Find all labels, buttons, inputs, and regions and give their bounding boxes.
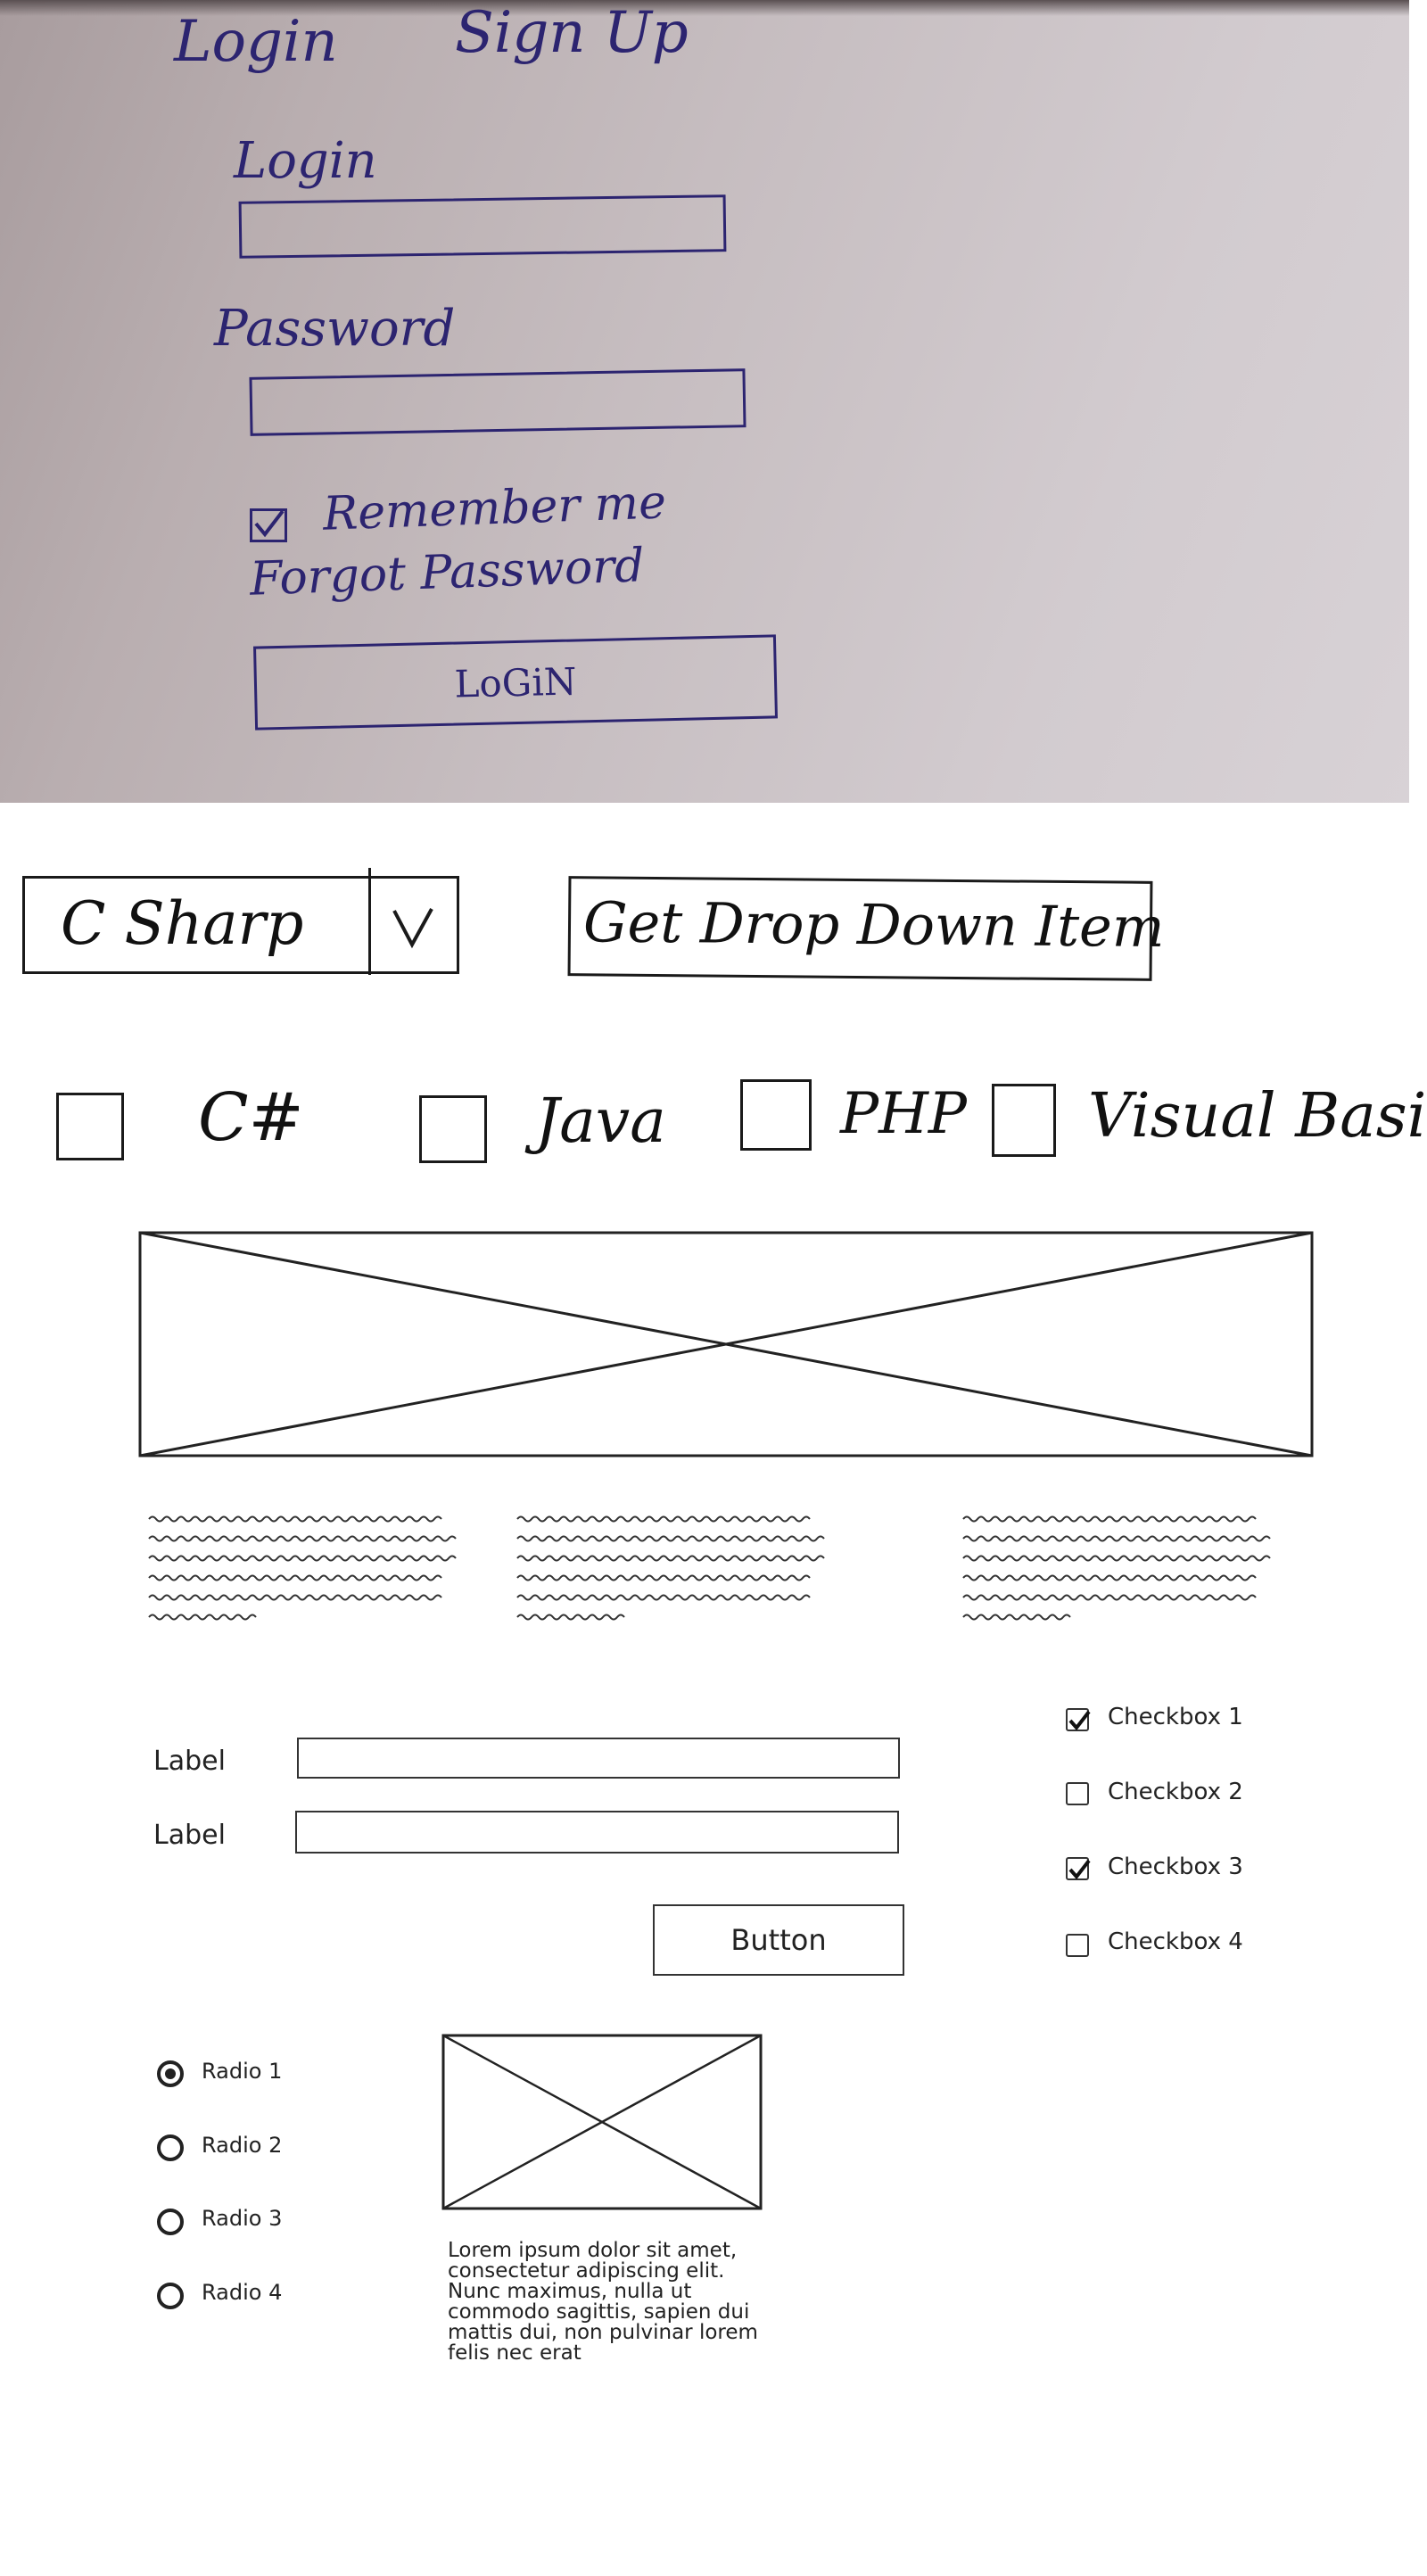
language-label-php: PHP: [840, 1081, 967, 1147]
language-combo-box[interactable]: C Sharp: [22, 868, 459, 975]
radio-2-label: Radio 2: [202, 2133, 283, 2158]
radio-1-label: Radio 1: [202, 2059, 283, 2084]
language-label-visual-basic: Visual Basic: [1088, 1081, 1427, 1152]
check-icon: [1068, 1859, 1091, 1880]
language-label-csharp: C#: [198, 1079, 304, 1156]
checkbox-1-label: Checkbox 1: [1108, 1704, 1243, 1730]
radio-4[interactable]: [157, 2283, 184, 2309]
radio-1[interactable]: [157, 2060, 184, 2087]
tab-login[interactable]: Login: [174, 9, 338, 75]
language-checkbox-java[interactable]: [419, 1095, 487, 1163]
text-input-2[interactable]: [295, 1811, 899, 1854]
login-input[interactable]: [238, 194, 727, 259]
language-checkbox-csharp[interactable]: [56, 1093, 124, 1160]
remember-me-checkbox[interactable]: [250, 508, 287, 542]
get-drop-down-item-button[interactable]: Get Drop Down Item: [567, 876, 1165, 981]
language-checkbox-visual-basic[interactable]: [992, 1084, 1056, 1157]
login-button[interactable]: LoGiN: [253, 634, 778, 731]
radio-4-label: Radio 4: [202, 2280, 283, 2305]
language-checkbox-php[interactable]: [740, 1079, 812, 1151]
login-button-label: LoGiN: [453, 658, 577, 706]
password-field-label: Password: [214, 300, 456, 358]
tab-sign-up[interactable]: Sign Up: [455, 0, 689, 66]
radio-2[interactable]: [157, 2134, 184, 2161]
radio-3[interactable]: [157, 2209, 184, 2235]
radio-selected-dot: [165, 2068, 176, 2079]
checkbox-4[interactable]: [1066, 1934, 1089, 1957]
image-placeholder-small: [441, 2034, 763, 2210]
checkbox-3-label: Checkbox 3: [1108, 1854, 1243, 1880]
combo-divider: [368, 868, 371, 975]
drop-down-button-label: Get Drop Down Item: [582, 889, 1165, 960]
checkbox-3[interactable]: [1066, 1857, 1091, 1880]
radio-3-label: Radio 3: [202, 2206, 283, 2231]
checkbox-1[interactable]: [1066, 1708, 1091, 1731]
field-label-2: Label: [153, 1820, 226, 1851]
chevron-down-icon[interactable]: [391, 905, 435, 950]
primary-button[interactable]: Button: [653, 1904, 904, 1976]
password-input[interactable]: [249, 368, 746, 436]
primary-button-label: Button: [730, 1923, 827, 1957]
placeholder-text-columns: [148, 1515, 1271, 1621]
checkbox-2[interactable]: [1066, 1782, 1089, 1805]
login-field-label: Login: [234, 132, 377, 190]
text-input-1[interactable]: [297, 1738, 900, 1779]
checkbox-2-label: Checkbox 2: [1108, 1779, 1243, 1805]
check-icon: [254, 509, 285, 538]
photo-edge: [1409, 0, 1427, 803]
check-icon: [1068, 1710, 1091, 1731]
checkbox-4-label: Checkbox 4: [1108, 1928, 1243, 1955]
field-label-1: Label: [153, 1746, 226, 1777]
combo-value: C Sharp: [61, 889, 304, 958]
language-label-java: Java: [535, 1086, 666, 1157]
image-caption-paragraph: Lorem ipsum dolor sit amet, consectetur …: [448, 2239, 758, 2365]
image-placeholder-banner: [138, 1231, 1314, 1457]
